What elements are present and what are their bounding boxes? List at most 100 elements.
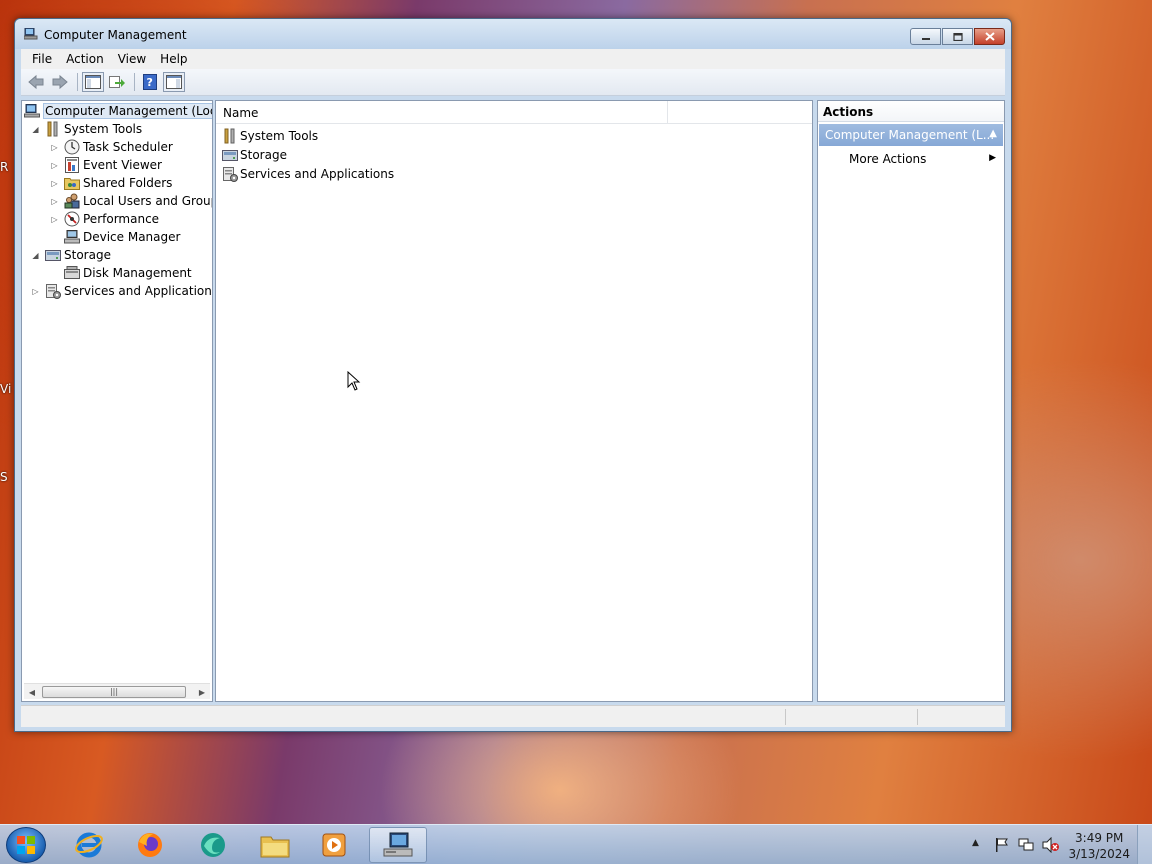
taskbar-computer-management[interactable] xyxy=(369,827,427,863)
tree-item-task-scheduler[interactable]: ▷ Task Scheduler xyxy=(49,138,173,156)
expanded-triangle-icon[interactable]: ◢ xyxy=(30,125,41,134)
actions-pane: Actions Computer Management (L... ▲ More… xyxy=(817,100,1005,702)
menu-help[interactable]: Help xyxy=(153,52,194,66)
forward-button[interactable] xyxy=(49,72,71,92)
desktop-icon-label-fragment: S xyxy=(0,470,8,484)
media-player-icon xyxy=(322,833,346,857)
tree-item-label: Performance xyxy=(83,212,160,226)
tree-item-computer-management[interactable]: Computer Management (Local xyxy=(24,102,212,120)
actions-section-label: Computer Management (L... xyxy=(825,128,995,142)
show-hidden-icons-arrow-icon[interactable]: ▲ xyxy=(972,838,979,848)
window-title: Computer Management xyxy=(44,28,187,42)
list-item-label: Storage xyxy=(240,147,287,162)
submenu-arrow-icon: ▶ xyxy=(989,153,996,163)
computer-management-icon xyxy=(24,103,40,119)
taskbar-clock[interactable]: 3:49 PM 3/13/2024 xyxy=(1068,830,1130,862)
tree-item-system-tools[interactable]: ◢ System Tools xyxy=(30,120,142,138)
services-icon xyxy=(45,283,61,299)
network-icon[interactable] xyxy=(1018,837,1034,853)
taskbar-browser[interactable] xyxy=(184,827,242,863)
start-button[interactable] xyxy=(6,827,46,863)
tree-horizontal-scrollbar[interactable]: ◀ ||| ▶ xyxy=(24,683,210,699)
close-icon xyxy=(984,32,995,41)
minimize-icon xyxy=(921,37,930,40)
clock-time: 3:49 PM xyxy=(1075,831,1124,845)
tree-item-label: Disk Management xyxy=(83,266,192,280)
scroll-left-arrow-icon[interactable]: ◀ xyxy=(24,684,40,700)
clock-icon xyxy=(64,139,80,155)
show-hide-console-tree-button[interactable] xyxy=(82,72,104,92)
collapsed-triangle-icon[interactable]: ▷ xyxy=(49,215,60,224)
taskbar-file-explorer[interactable] xyxy=(246,827,304,863)
device-manager-icon xyxy=(64,229,80,245)
internet-explorer-icon xyxy=(75,832,103,858)
back-button[interactable] xyxy=(25,72,47,92)
collapse-up-icon[interactable]: ▲ xyxy=(989,128,997,139)
title-bar[interactable]: Computer Management xyxy=(15,19,1011,49)
action-center-flag-icon[interactable] xyxy=(994,837,1010,853)
help-icon: ? xyxy=(143,74,157,90)
collapsed-triangle-icon[interactable]: ▷ xyxy=(49,161,60,170)
close-button[interactable] xyxy=(974,28,1005,45)
menu-bar: File Action View Help xyxy=(21,49,1005,69)
tree-item-services-and-applications[interactable]: ▷ Services and Applications xyxy=(30,282,213,300)
menu-view[interactable]: View xyxy=(111,52,153,66)
desktop-icon-label-fragment: R xyxy=(0,160,9,174)
scroll-right-arrow-icon[interactable]: ▶ xyxy=(194,684,210,700)
tree-item-label: Services and Applications xyxy=(64,284,213,298)
console-tree[interactable]: Computer Management (Local ◢ System Tool… xyxy=(21,100,213,702)
taskbar-firefox[interactable] xyxy=(121,827,179,863)
taskbar-internet-explorer[interactable] xyxy=(60,827,118,863)
action-pane-icon xyxy=(166,75,182,89)
svg-text:?: ? xyxy=(147,76,153,89)
toolbar-separator xyxy=(77,73,78,91)
collapsed-triangle-icon[interactable]: ▷ xyxy=(49,143,60,152)
collapsed-triangle-icon[interactable]: ▷ xyxy=(30,287,41,296)
help-button[interactable]: ? xyxy=(139,72,161,92)
tree-item-local-users-and-groups[interactable]: ▷ Local Users and Groups xyxy=(49,192,212,210)
results-pane[interactable]: Name System Tools Storage Services and A… xyxy=(215,100,813,702)
column-header-name[interactable]: Name xyxy=(216,101,668,124)
tree-item-device-manager[interactable]: Device Manager xyxy=(49,228,180,246)
minimize-button[interactable] xyxy=(910,28,941,45)
volume-muted-icon[interactable] xyxy=(1042,837,1060,853)
show-desktop-button[interactable] xyxy=(1137,825,1152,864)
scrollbar-thumb[interactable]: ||| xyxy=(42,686,186,698)
export-list-icon xyxy=(109,76,125,88)
services-icon xyxy=(222,166,238,182)
status-bar xyxy=(21,705,1005,727)
users-icon xyxy=(64,193,80,209)
actions-section-header[interactable]: Computer Management (L... ▲ xyxy=(819,124,1003,146)
list-item-system-tools[interactable]: System Tools xyxy=(222,126,318,145)
menu-file[interactable]: File xyxy=(25,52,59,66)
actions-pane-title: Actions xyxy=(818,101,1004,122)
expanded-triangle-icon[interactable]: ◢ xyxy=(30,251,41,260)
computer-management-window: Computer Management File Action View Hel… xyxy=(14,18,1012,732)
tree-item-shared-folders[interactable]: ▷ Shared Folders xyxy=(49,174,172,192)
export-list-button[interactable] xyxy=(106,72,128,92)
collapsed-triangle-icon[interactable]: ▷ xyxy=(49,197,60,206)
mouse-cursor-icon xyxy=(347,371,361,391)
taskbar-media-player[interactable] xyxy=(305,827,363,863)
tools-icon xyxy=(45,121,61,137)
show-hide-action-pane-button[interactable] xyxy=(163,72,185,92)
maximize-button[interactable] xyxy=(942,28,973,45)
maximize-icon xyxy=(952,32,963,41)
list-item-services-and-applications[interactable]: Services and Applications xyxy=(222,164,394,183)
tree-item-event-viewer[interactable]: ▷ Event Viewer xyxy=(49,156,162,174)
list-item-storage[interactable]: Storage xyxy=(222,145,287,164)
windows-logo-icon xyxy=(17,836,35,854)
desktop-icon-label-fragment: Vi xyxy=(0,382,12,396)
tree-item-label: Computer Management (Local xyxy=(43,103,212,119)
more-actions-item[interactable]: More Actions xyxy=(849,152,926,166)
tree-item-label: Event Viewer xyxy=(83,158,162,172)
menu-action[interactable]: Action xyxy=(59,52,111,66)
tree-item-storage[interactable]: ◢ Storage xyxy=(30,246,111,264)
tree-item-label: Storage xyxy=(64,248,111,262)
tree-item-performance[interactable]: ▷ Performance xyxy=(49,210,159,228)
event-log-icon xyxy=(64,157,80,173)
tree-item-disk-management[interactable]: Disk Management xyxy=(49,264,192,282)
tree-item-label: Shared Folders xyxy=(83,176,173,190)
collapsed-triangle-icon[interactable]: ▷ xyxy=(49,179,60,188)
status-bar-divider xyxy=(785,709,786,725)
